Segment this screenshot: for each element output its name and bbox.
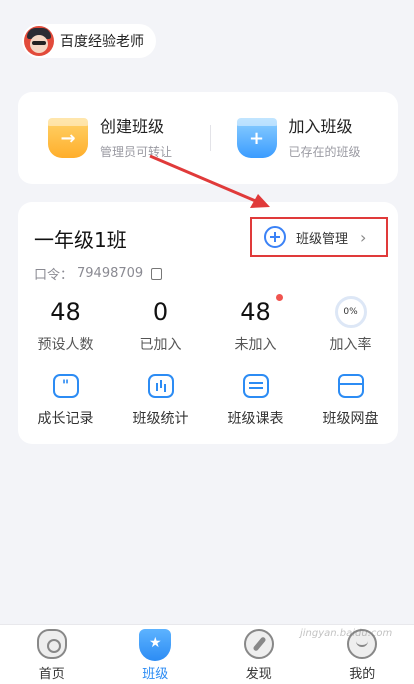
- user-name: 百度经验老师: [60, 34, 144, 50]
- tab-discover[interactable]: 发现: [207, 625, 311, 684]
- stat-value: 48: [50, 298, 81, 326]
- stat-value: 0: [152, 298, 169, 326]
- plus-circle-icon: [264, 226, 286, 248]
- user-chip[interactable]: 百度经验老师: [22, 24, 156, 58]
- tool-label: 班级网盘: [322, 411, 379, 427]
- class-name: 一年级1班: [34, 228, 127, 252]
- stat-value: 48: [240, 298, 271, 326]
- chevron-right-icon: ›: [360, 227, 367, 247]
- class-stats-icon: [147, 374, 174, 398]
- class-manage-label: 班级管理: [296, 231, 349, 247]
- stat-not-joined[interactable]: 48 未加入: [208, 294, 303, 354]
- home-icon: [36, 629, 67, 659]
- tab-label: 班级: [142, 667, 169, 682]
- growth-record-icon: [52, 374, 79, 398]
- join-class-subtitle: 已存在的班级: [288, 144, 361, 159]
- tab-label: 首页: [38, 667, 65, 682]
- class-code-value: 79498709: [77, 266, 144, 281]
- class-code: 口令： 79498709: [34, 264, 163, 283]
- tab-class[interactable]: 班级: [104, 625, 208, 684]
- class-manage-button[interactable]: 班级管理 ›: [250, 217, 388, 257]
- tool-label: 班级统计: [132, 411, 189, 427]
- watermark: jingyan.baidu.com: [300, 628, 393, 639]
- create-class-title: 创建班级: [100, 116, 165, 136]
- create-class-subtitle: 管理员可转让: [100, 144, 173, 159]
- tab-label: 我的: [349, 667, 376, 682]
- join-rate-ring: 0%: [334, 296, 367, 328]
- tool-class-drive[interactable]: 班级网盘: [303, 374, 398, 428]
- class-icon: [139, 629, 172, 661]
- stat-label: 已加入: [139, 337, 182, 353]
- create-class-button[interactable]: → 创建班级 管理员可转让: [18, 117, 210, 160]
- class-code-label: 口令：: [34, 268, 74, 283]
- tool-class-schedule[interactable]: 班级课表: [208, 374, 303, 428]
- class-drive-icon: [337, 374, 364, 398]
- class-tools: 成长记录 班级统计 班级课表 班级网盘: [18, 374, 398, 428]
- join-class-icon: +: [234, 118, 279, 158]
- tab-home[interactable]: 首页: [0, 625, 104, 684]
- create-class-icon: →: [46, 118, 90, 158]
- class-card: 一年级1班 班级管理 › 口令： 79498709 48 预设人数 0 已加入 …: [18, 202, 398, 444]
- tab-label: 发现: [245, 667, 272, 682]
- tool-class-stats[interactable]: 班级统计: [113, 374, 208, 428]
- stat-preset-count[interactable]: 48 预设人数: [18, 296, 113, 354]
- copy-icon[interactable]: [151, 267, 163, 280]
- discover-icon: [243, 629, 274, 659]
- tool-label: 班级课表: [227, 411, 284, 427]
- class-schedule-icon: [242, 374, 269, 398]
- join-class-button[interactable]: + 加入班级 已存在的班级: [211, 117, 399, 160]
- stat-label: 未加入: [234, 337, 277, 353]
- join-class-title: 加入班级: [288, 116, 353, 136]
- tool-growth-record[interactable]: 成长记录: [18, 374, 113, 428]
- stat-label: 加入率: [329, 337, 372, 353]
- avatar: [24, 26, 54, 56]
- create-join-card: → 创建班级 管理员可转让 + 加入班级 已存在的班级: [18, 92, 398, 184]
- stat-label: 预设人数: [37, 337, 94, 353]
- tool-label: 成长记录: [37, 411, 94, 427]
- stat-join-rate[interactable]: 0% 加入率: [303, 296, 398, 354]
- notification-dot: [276, 294, 283, 301]
- stat-joined[interactable]: 0 已加入: [113, 296, 208, 354]
- class-stats: 48 预设人数 0 已加入 48 未加入 0% 加入率: [18, 294, 398, 354]
